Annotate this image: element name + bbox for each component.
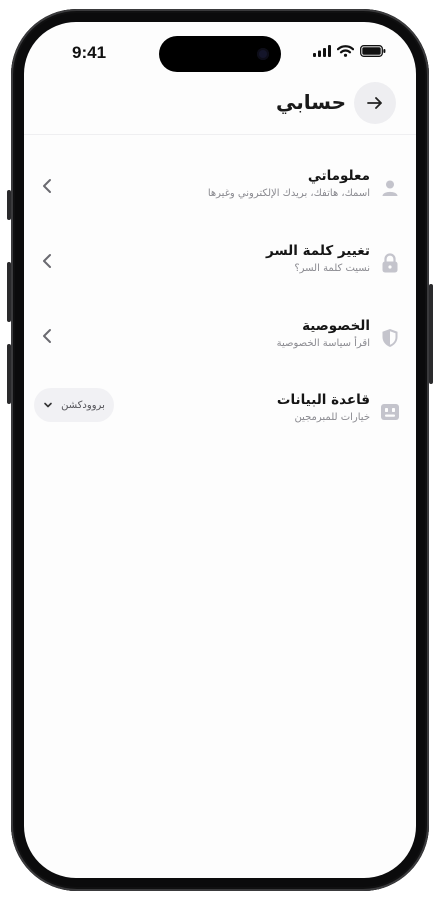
camera-icon [257, 48, 269, 60]
menu-item-change-password[interactable]: تغيير كلمة السر نسيت كلمة السر؟ [24, 243, 416, 293]
menu-item-database: قاعدة البيانات خيارات للمبرمجين بروودكشن [24, 388, 416, 442]
menu-item-title: تغيير كلمة السر [266, 243, 370, 259]
menu-item-title: قاعدة البيانات [276, 392, 370, 408]
screen: 9:41 حسابي معلوماتي اسمك، هاتفك، بريدك ا… [24, 22, 416, 878]
signal-icon [313, 45, 331, 57]
lock-icon [380, 253, 400, 273]
environment-select[interactable]: بروودكشن [34, 388, 114, 422]
database-icon [380, 402, 400, 422]
back-button[interactable] [354, 82, 396, 124]
menu-item-subtitle: نسيت كلمة السر؟ [294, 263, 370, 274]
status-icons [313, 45, 386, 57]
arrow-right-icon [367, 97, 382, 109]
battery-icon [360, 45, 386, 57]
menu-item-subtitle: اقرأ سياسة الخصوصية [276, 338, 370, 349]
chevron-left-icon [43, 179, 51, 193]
person-icon [380, 178, 400, 198]
shield-icon [380, 328, 400, 348]
menu-item-title: الخصوصية [302, 318, 370, 334]
dynamic-island [159, 36, 281, 72]
environment-select-value: بروودكشن [61, 399, 105, 411]
menu-item-title: معلوماتي [307, 168, 370, 184]
menu-item-subtitle: اسمك، هاتفك، بريدك الإلكتروني وغيرها [207, 188, 370, 199]
header: حسابي [24, 82, 416, 135]
wifi-icon [337, 45, 354, 57]
power-button [429, 284, 433, 384]
status-time: 9:41 [72, 43, 107, 62]
chevron-down-icon [44, 402, 52, 408]
chevron-left-icon [43, 254, 51, 268]
menu-item-subtitle: خيارات للمبرمجين [294, 412, 370, 423]
menu-item-personal-info[interactable]: معلوماتي اسمك، هاتفك، بريدك الإلكتروني و… [24, 168, 416, 218]
chevron-left-icon [43, 329, 51, 343]
page-title: حسابي [275, 90, 346, 114]
menu-item-privacy[interactable]: الخصوصية اقرأ سياسة الخصوصية [24, 318, 416, 368]
